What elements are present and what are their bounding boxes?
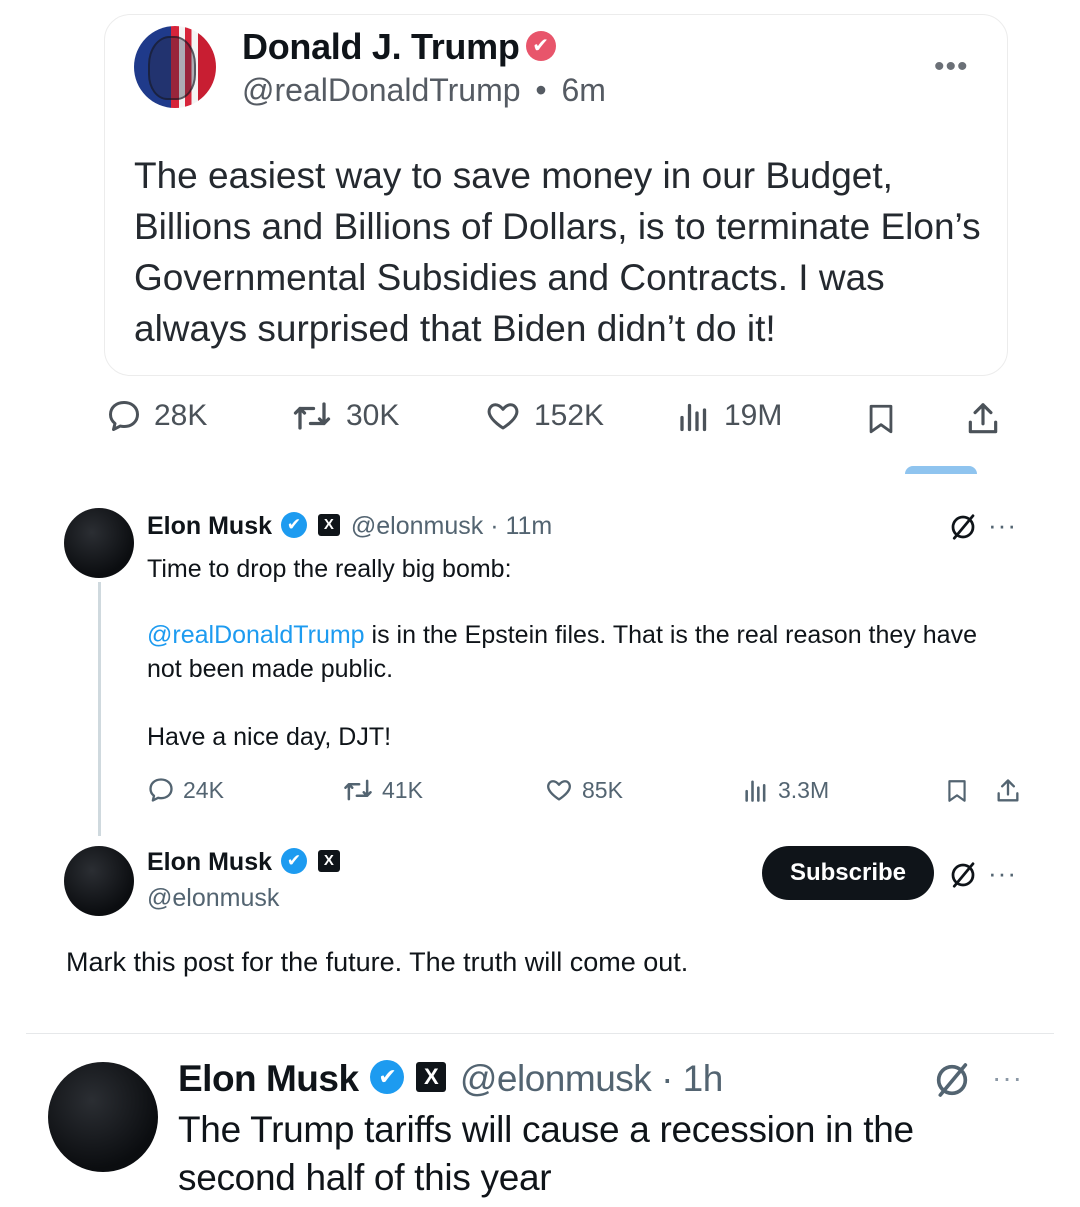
post1-author-row: Elon Musk ✔ X @elonmusk · 11m: [147, 510, 552, 542]
post1-like-stat[interactable]: 85K: [544, 776, 623, 804]
post1-views-stat[interactable]: 3.3M: [742, 776, 829, 804]
subscribe-button[interactable]: Subscribe: [762, 846, 934, 900]
post2-author-row: Elon Musk ✔ X: [147, 846, 340, 878]
repost-icon: [293, 402, 331, 430]
reply-icon: [149, 778, 173, 802]
post1-more-icon[interactable]: ···: [988, 510, 1017, 541]
more-options-icon[interactable]: •••: [934, 50, 969, 84]
reply-icon: [109, 401, 139, 431]
divider: [26, 1033, 1054, 1034]
like-icon: [487, 403, 519, 430]
mention-link[interactable]: @realDonaldTrump: [147, 621, 365, 649]
truth-post-text: The easiest way to save money in our Bud…: [134, 155, 981, 349]
truth-author-name[interactable]: Donald J. Trump: [242, 26, 520, 67]
post2-handle[interactable]: @elonmusk: [147, 882, 279, 914]
bookmark-icon: [869, 404, 893, 434]
post1-share-button[interactable]: [994, 776, 1030, 806]
post1-author-name[interactable]: Elon Musk: [147, 512, 272, 540]
repost-icon: [344, 779, 372, 801]
post3-timestamp[interactable]: · 1h: [661, 1058, 723, 1099]
verified-icon: ✔: [525, 31, 556, 62]
post3-handle[interactable]: @elonmusk: [460, 1058, 652, 1099]
x-affiliate-icon: X: [416, 1062, 447, 1093]
truth-author-row: Donald J. Trump ✔: [242, 26, 556, 68]
views-count: 19M: [724, 399, 783, 432]
reply-stat[interactable]: 28K: [106, 398, 207, 434]
post2-author-name[interactable]: Elon Musk: [147, 848, 272, 876]
elon-avatar[interactable]: [48, 1062, 158, 1172]
bookmark-icon: [948, 780, 966, 802]
truth-timestamp[interactable]: 6m: [562, 72, 606, 108]
like-icon: [547, 780, 571, 801]
elon-avatar[interactable]: [64, 846, 134, 916]
post1-line1: Time to drop the really big bomb:: [147, 555, 512, 583]
like-stat[interactable]: 152K: [484, 398, 604, 434]
post1-like-count: 85K: [582, 776, 623, 803]
truth-handle-row: @realDonaldTrump • 6m: [242, 72, 606, 109]
post3-author-name[interactable]: Elon Musk: [178, 1058, 359, 1099]
post3-text: The Trump tariffs will cause a recession…: [178, 1109, 914, 1198]
grok-icon[interactable]: [948, 512, 978, 542]
retruth-stat[interactable]: 30K: [290, 398, 399, 434]
views-stat[interactable]: 19M: [676, 398, 782, 434]
avatar-face-graphic: [148, 36, 196, 100]
post1-bookmark-button[interactable]: [944, 776, 978, 806]
post1-timestamp[interactable]: · 11m: [490, 512, 552, 540]
grok-icon[interactable]: [932, 1060, 972, 1100]
share-icon: [997, 779, 1019, 802]
views-icon: [745, 780, 766, 802]
post3-author-row: Elon Musk ✔ X @elonmusk · 1h: [178, 1056, 723, 1102]
post2-more-icon[interactable]: ···: [988, 858, 1017, 889]
retruth-count: 30K: [346, 399, 400, 432]
post1-repost-stat[interactable]: 41K: [342, 776, 423, 804]
verified-icon: ✔: [280, 848, 307, 875]
post1-repost-count: 41K: [382, 776, 423, 803]
share-icon: [968, 403, 998, 434]
reply-count: 28K: [154, 399, 208, 432]
separator-dot: •: [535, 72, 547, 108]
post1-reply-stat[interactable]: 24K: [147, 776, 224, 804]
elon-avatar[interactable]: [64, 508, 134, 578]
post2-text: Mark this post for the future. The truth…: [66, 947, 689, 977]
post1-line3: Have a nice day, DJT!: [147, 723, 392, 751]
post1-body: @realDonaldTrump is in the Epstein files…: [147, 618, 1017, 686]
x-affiliate-icon: X: [317, 850, 340, 873]
scroll-indicator: [905, 466, 977, 474]
verified-icon: ✔: [280, 512, 307, 539]
post3-more-icon[interactable]: ···: [992, 1062, 1023, 1094]
verified-icon: ✔: [370, 1060, 405, 1095]
trump-avatar[interactable]: [134, 26, 216, 108]
views-icon: [680, 403, 707, 432]
post1-reply-count: 24K: [183, 776, 224, 803]
share-button[interactable]: [964, 400, 1014, 438]
x-affiliate-icon: X: [317, 514, 340, 537]
thread-connector-line: [98, 582, 101, 836]
post1-views-count: 3.3M: [778, 776, 830, 803]
truth-handle[interactable]: @realDonaldTrump: [242, 72, 521, 108]
like-count: 152K: [534, 399, 605, 432]
post1-handle[interactable]: @elonmusk: [351, 512, 483, 540]
grok-icon[interactable]: [948, 860, 978, 890]
bookmark-button[interactable]: [864, 400, 910, 438]
